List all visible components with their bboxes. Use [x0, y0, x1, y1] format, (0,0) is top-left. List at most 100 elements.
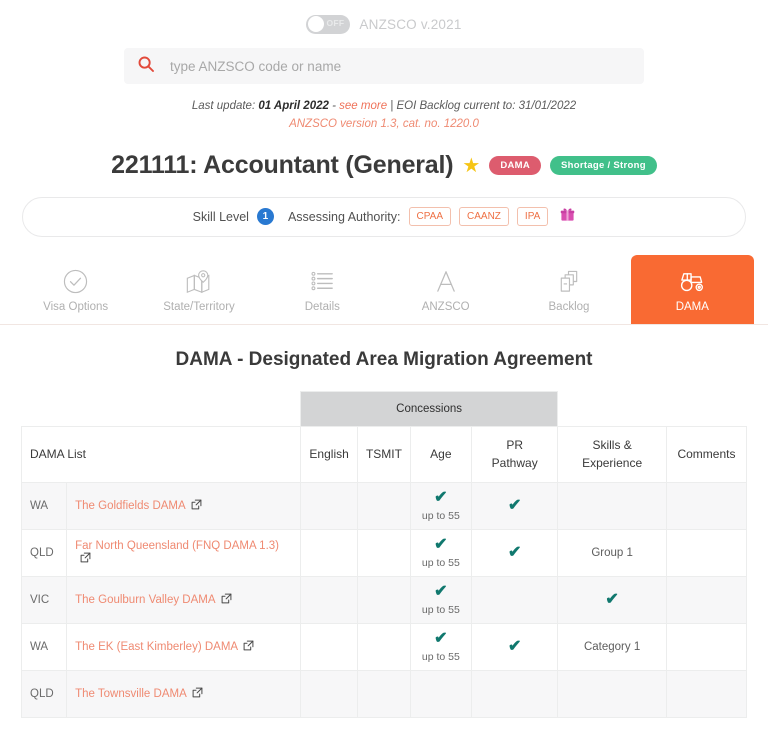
tractor-icon	[679, 268, 706, 294]
table-body: WA The Goldfields DAMA ✔ up to 55 ✔ QLD Far No…	[20, 481, 748, 718]
column-header-skills-line1: Skills &	[592, 438, 632, 453]
authority-pill-caanz[interactable]: CAANZ	[459, 207, 509, 227]
age-note: up to 55	[421, 509, 460, 522]
cell-state: WA	[20, 622, 68, 671]
occupation-title-row: 221111: Accountant (General) ★ DAMA Shor…	[0, 151, 768, 180]
check-icon: ✔	[507, 496, 522, 514]
dama-link[interactable]: Far North Queensland (FNQ DAMA 1.3)	[75, 540, 279, 552]
cell-dama-name: The Goldfields DAMA	[66, 481, 301, 530]
external-link-icon[interactable]	[243, 640, 254, 654]
cell-english	[299, 575, 359, 624]
cell-age: ✔ up to 55	[409, 622, 473, 671]
table-row: QLD Far North Queensland (FNQ DAMA 1.3) ✔ u…	[20, 528, 748, 577]
search-input[interactable]	[168, 57, 630, 75]
letter-a-icon	[434, 268, 458, 294]
cell-pr-pathway	[471, 669, 559, 718]
last-update-prefix: Last update:	[191, 100, 256, 112]
cell-english	[299, 528, 359, 577]
cell-state: QLD	[20, 669, 68, 718]
check-icon: ✔	[605, 590, 619, 608]
external-link-icon[interactable]	[191, 499, 202, 513]
table-row: WA The Goldfields DAMA ✔ up to 55 ✔	[20, 481, 748, 530]
table-row: VIC The Goulburn Valley DAMA ✔ up to 55 ✔	[20, 575, 748, 624]
last-update-date: 01 April 2022	[258, 100, 329, 112]
tab-label: Backlog	[548, 300, 590, 313]
cell-english	[299, 622, 359, 671]
check-icon: ✔	[434, 630, 448, 648]
check-icon: ✔	[507, 637, 522, 655]
authority-pill-cpaa[interactable]: CPAA	[408, 207, 452, 227]
toggle-state-label: OFF	[326, 17, 345, 28]
column-header-age[interactable]: Age	[409, 425, 473, 483]
dama-table: Concessions DAMA List English TSMIT Age …	[20, 390, 748, 718]
skill-level-bar: Skill Level 1 Assessing Authority: CPAA …	[22, 196, 746, 237]
anzsco-version-toggle[interactable]: OFF	[306, 14, 351, 34]
section-heading: DAMA - Designated Area Migration Agreeme…	[175, 348, 593, 370]
column-header-pr-pathway[interactable]: PR Pathway	[471, 425, 559, 483]
cell-age: ✔ up to 55	[409, 575, 473, 624]
tab-label: ANZSCO	[421, 300, 470, 313]
anzsco-version-label: ANZSCO v.2021	[359, 16, 462, 32]
cell-tsmit	[357, 575, 411, 624]
cell-tsmit	[357, 481, 411, 530]
cell-state: QLD	[20, 528, 68, 577]
cell-pr-pathway: ✔	[471, 481, 559, 530]
group-header-spacer-left	[21, 391, 301, 427]
column-header-dama-list[interactable]: DAMA List	[21, 425, 301, 483]
dama-link[interactable]: The Townsville DAMA	[75, 688, 187, 700]
cell-tsmit	[357, 528, 411, 577]
cell-comments	[665, 622, 748, 671]
cell-dama-name: Far North Queensland (FNQ DAMA 1.3)	[66, 528, 301, 577]
tab-dama[interactable]: DAMA	[630, 254, 754, 324]
column-header-pr-line1: PR	[506, 438, 524, 453]
tab-details[interactable]: Details	[261, 255, 384, 324]
authority-pill-ipa[interactable]: IPA	[516, 207, 549, 227]
cell-skills-experience: ✔	[557, 575, 667, 624]
tab-anzsco[interactable]: ANZSCO	[384, 255, 507, 324]
search-icon	[138, 56, 154, 77]
dama-link[interactable]: The Goulburn Valley DAMA	[75, 594, 215, 606]
group-header-concessions: Concessions	[299, 390, 559, 427]
tab-visa-options[interactable]: Visa Options	[14, 255, 137, 324]
external-link-icon[interactable]	[221, 593, 232, 607]
cell-comments	[665, 528, 748, 577]
search-bar[interactable]	[124, 48, 644, 84]
page-title: 221111: Accountant (General)	[111, 150, 454, 179]
cell-skills-experience	[557, 481, 667, 530]
tab-label: State/Territory	[163, 300, 235, 313]
column-header-comments[interactable]: Comments	[665, 425, 748, 483]
cell-pr-pathway	[471, 575, 559, 624]
tab-backlog[interactable]: Backlog	[507, 255, 630, 324]
see-more-link[interactable]: see more	[339, 100, 387, 112]
version-toggle-row: OFF ANZSCO v.2021	[0, 0, 768, 48]
dash-separator: -	[332, 100, 336, 112]
table-row: WA The EK (East Kimberley) DAMA ✔ up to 55 ✔…	[20, 622, 748, 671]
dama-link[interactable]: The Goldfields DAMA	[75, 500, 186, 512]
dama-link[interactable]: The EK (East Kimberley) DAMA	[75, 641, 238, 653]
tab-label: Visa Options	[43, 300, 109, 313]
tab-state-territory[interactable]: State/Territory	[137, 255, 260, 324]
column-header-pr-line2: Pathway	[491, 456, 538, 471]
cell-state: VIC	[20, 575, 68, 624]
table-row: QLD The Townsville DAMA	[20, 669, 748, 718]
gift-icon[interactable]	[560, 207, 575, 226]
column-header-tsmit[interactable]: TSMIT	[357, 425, 411, 483]
tab-bar: Visa Options State/Territory Details ANZ…	[0, 254, 768, 325]
star-icon[interactable]: ★	[462, 156, 480, 176]
cell-age: ✔ up to 55	[409, 528, 473, 577]
cell-age: ✔ up to 55	[409, 481, 473, 530]
boxes-icon	[556, 268, 581, 294]
external-link-icon[interactable]	[192, 687, 203, 701]
table-header-row: DAMA List English TSMIT Age PR Pathway S…	[21, 425, 748, 483]
cell-dama-name: The EK (East Kimberley) DAMA	[66, 622, 301, 671]
column-header-english[interactable]: English	[299, 425, 359, 483]
last-update-line: Last update: 01 April 2022 - see more | …	[0, 98, 768, 116]
column-header-skills-experience[interactable]: Skills & Experience	[557, 425, 667, 483]
check-icon: ✔	[507, 543, 522, 561]
cell-comments	[665, 575, 748, 624]
search-bar-container	[0, 48, 768, 84]
status-badge-dama: DAMA	[489, 155, 542, 175]
cell-comments	[665, 669, 748, 718]
cell-dama-name: The Townsville DAMA	[66, 669, 301, 718]
external-link-icon[interactable]	[80, 552, 91, 566]
